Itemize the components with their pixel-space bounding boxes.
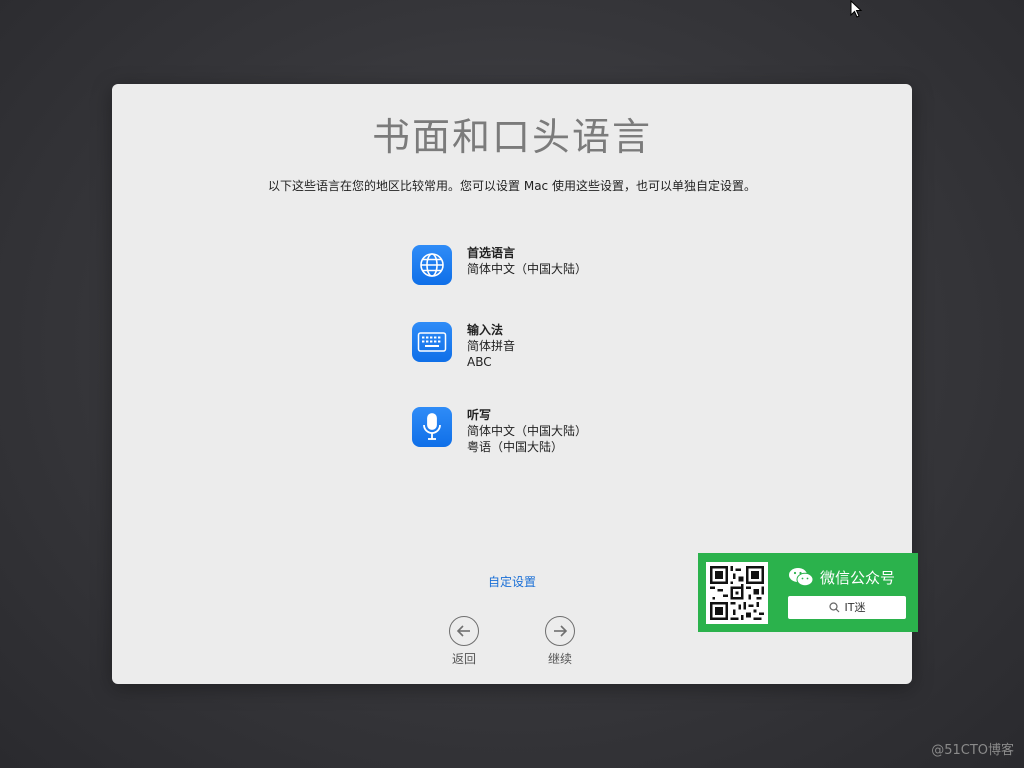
preferred-language-heading: 首选语言 bbox=[467, 246, 516, 260]
globe-icon bbox=[412, 245, 452, 285]
input-method-row: 输入法 简体拼音 ABC bbox=[412, 322, 515, 370]
preferred-language-row: 首选语言 简体中文（中国大陆） bbox=[412, 245, 587, 285]
page-subtitle: 以下这些语言在您的地区比较常用。您可以设置 Mac 使用这些设置，也可以单独自定… bbox=[268, 179, 756, 193]
search-icon bbox=[828, 601, 839, 612]
page-title: 书面和口头语言 bbox=[371, 115, 652, 159]
preferred-language-value: 简体中文（中国大陆） bbox=[467, 262, 588, 276]
forward-arrow-icon bbox=[545, 616, 575, 646]
mouse-cursor-icon bbox=[850, 0, 863, 18]
continue-button[interactable]: 继续 bbox=[540, 616, 580, 667]
back-arrow-icon bbox=[449, 616, 479, 646]
wechat-logo-icon bbox=[789, 568, 814, 587]
microphone-icon bbox=[412, 407, 452, 447]
wechat-search-box[interactable]: IT迷 bbox=[788, 595, 906, 619]
continue-label: 继续 bbox=[547, 652, 572, 666]
input-method-value-1: 简体拼音 bbox=[467, 339, 516, 353]
qr-code bbox=[706, 561, 768, 624]
wechat-search-text: IT迷 bbox=[844, 601, 866, 614]
dictation-value-1: 简体中文（中国大陆） bbox=[467, 424, 588, 438]
watermark: @51CTO博客 bbox=[931, 743, 1014, 758]
input-method-value-2: ABC bbox=[467, 355, 492, 369]
keyboard-icon bbox=[412, 322, 452, 362]
dictation-value-2: 粤语（中国大陆） bbox=[467, 440, 564, 454]
back-label: 返回 bbox=[451, 652, 476, 666]
dictation-row: 听写 简体中文（中国大陆） 粤语（中国大陆） bbox=[412, 407, 587, 455]
back-button[interactable]: 返回 bbox=[444, 616, 484, 667]
wechat-overlay: 微信公众号 IT迷 bbox=[698, 553, 918, 632]
dictation-heading: 听写 bbox=[467, 408, 492, 422]
input-method-heading: 输入法 bbox=[467, 323, 504, 337]
wechat-title: 微信公众号 bbox=[820, 568, 896, 587]
